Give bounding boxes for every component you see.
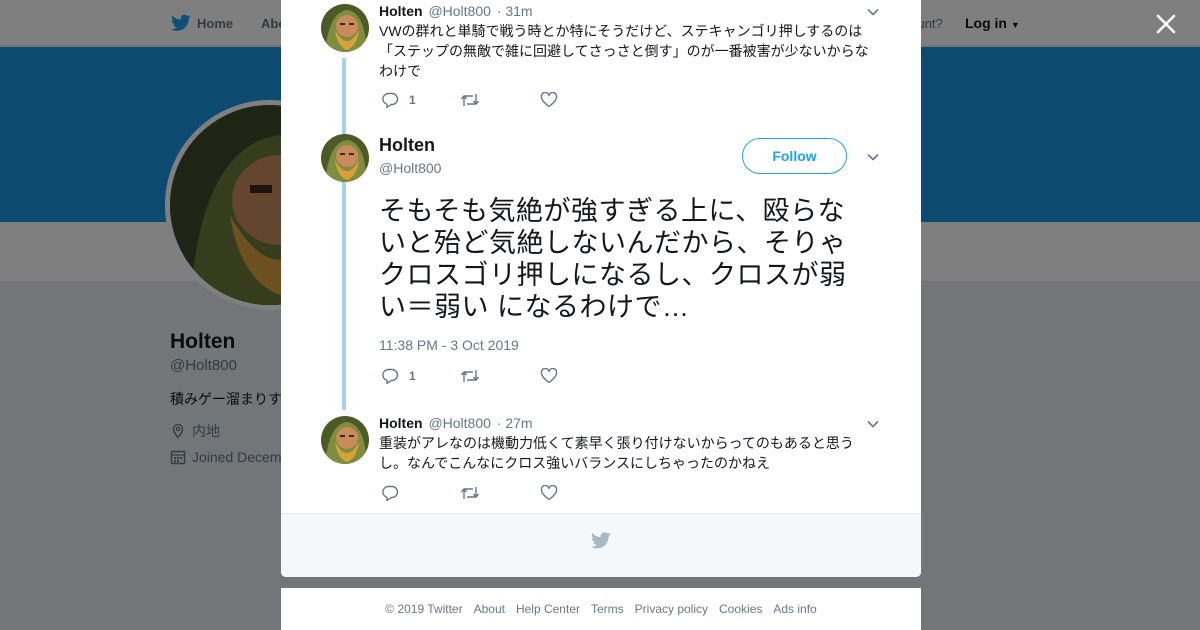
retweet-icon: [460, 370, 480, 382]
modal-footer: [281, 513, 921, 577]
chevron-down-icon[interactable]: [866, 5, 880, 19]
reply-icon: [382, 92, 399, 108]
chevron-down-icon[interactable]: [866, 150, 880, 164]
twitter-bird-icon: [591, 532, 611, 549]
tweet-author-handle[interactable]: @Holt800: [379, 160, 441, 176]
retweet-button[interactable]: [460, 485, 480, 501]
follow-button[interactable]: Follow: [742, 138, 847, 174]
tweet-author-name[interactable]: Holten: [379, 3, 423, 19]
heart-icon: [540, 368, 558, 384]
tweet-permalink-modal: Holten @Holt800 · 31m VWの群れと単騎で戦う時とか特にそう…: [281, 0, 921, 577]
retweet-icon: [460, 94, 480, 106]
footer-link-terms[interactable]: Terms: [591, 602, 624, 616]
copyright-text: © 2019 Twitter: [385, 602, 463, 616]
reply-button[interactable]: 1: [381, 92, 416, 108]
reply-icon: [382, 368, 399, 384]
dwarf-avatar-image: [321, 4, 369, 52]
retweet-button[interactable]: [460, 92, 480, 108]
reply-count: 1: [409, 93, 416, 107]
like-button[interactable]: [540, 92, 558, 108]
heart-icon: [540, 485, 558, 501]
main-tweet-text: そもそも気絶が強すぎる上に、殴らないと殆ど気絶しないんだから、そりゃクロスゴリ押…: [379, 196, 847, 322]
footer-link-ads-info[interactable]: Ads info: [773, 602, 816, 616]
footer-link-about[interactable]: About: [474, 602, 505, 616]
reply-count: 1: [409, 369, 416, 383]
tweet-header: Holten @Holt800 · 27m: [379, 415, 533, 431]
dwarf-avatar-image: [321, 416, 369, 464]
footer-link-privacy-policy[interactable]: Privacy policy: [635, 602, 708, 616]
close-icon[interactable]: [1154, 12, 1178, 36]
tweet-time[interactable]: · 31m: [497, 3, 533, 19]
like-button[interactable]: [540, 485, 558, 501]
heart-icon: [540, 92, 558, 108]
tweet-author-name[interactable]: Holten: [379, 415, 423, 431]
tweet-header: Holten @Holt800 · 31m: [379, 3, 533, 19]
avatar[interactable]: [321, 134, 369, 182]
page-footer: © 2019 Twitter About Help Center Terms P…: [281, 588, 921, 630]
avatar[interactable]: [321, 416, 369, 464]
tweet-author-handle[interactable]: @Holt800: [428, 3, 490, 19]
reply-button[interactable]: [381, 485, 409, 501]
tweet-text: 重装がアレなのは機動力低くて素早く張り付けないからってのもあると思うし。なんでこ…: [379, 435, 854, 471]
footer-link-help-center[interactable]: Help Center: [516, 602, 580, 616]
tweet-time[interactable]: · 27m: [497, 415, 533, 431]
retweet-icon: [460, 487, 480, 499]
reply-icon: [382, 485, 399, 501]
dwarf-avatar-image: [321, 134, 369, 182]
tweet-author-handle[interactable]: @Holt800: [428, 415, 490, 431]
reply-button[interactable]: 1: [381, 368, 416, 384]
tweet-author-name[interactable]: Holten: [379, 135, 435, 156]
like-button[interactable]: [540, 368, 558, 384]
thread-connector: [342, 58, 346, 410]
retweet-button[interactable]: [460, 368, 480, 384]
tweet-timestamp[interactable]: 11:38 PM - 3 Oct 2019: [379, 337, 519, 353]
avatar[interactable]: [321, 4, 369, 52]
footer-link-cookies[interactable]: Cookies: [719, 602, 762, 616]
tweet-text: VWの群れと単騎で戦う時とか特にそうだけど、ステキャンゴリ押しするのは「ステップ…: [379, 23, 869, 79]
chevron-down-icon[interactable]: [866, 417, 880, 431]
